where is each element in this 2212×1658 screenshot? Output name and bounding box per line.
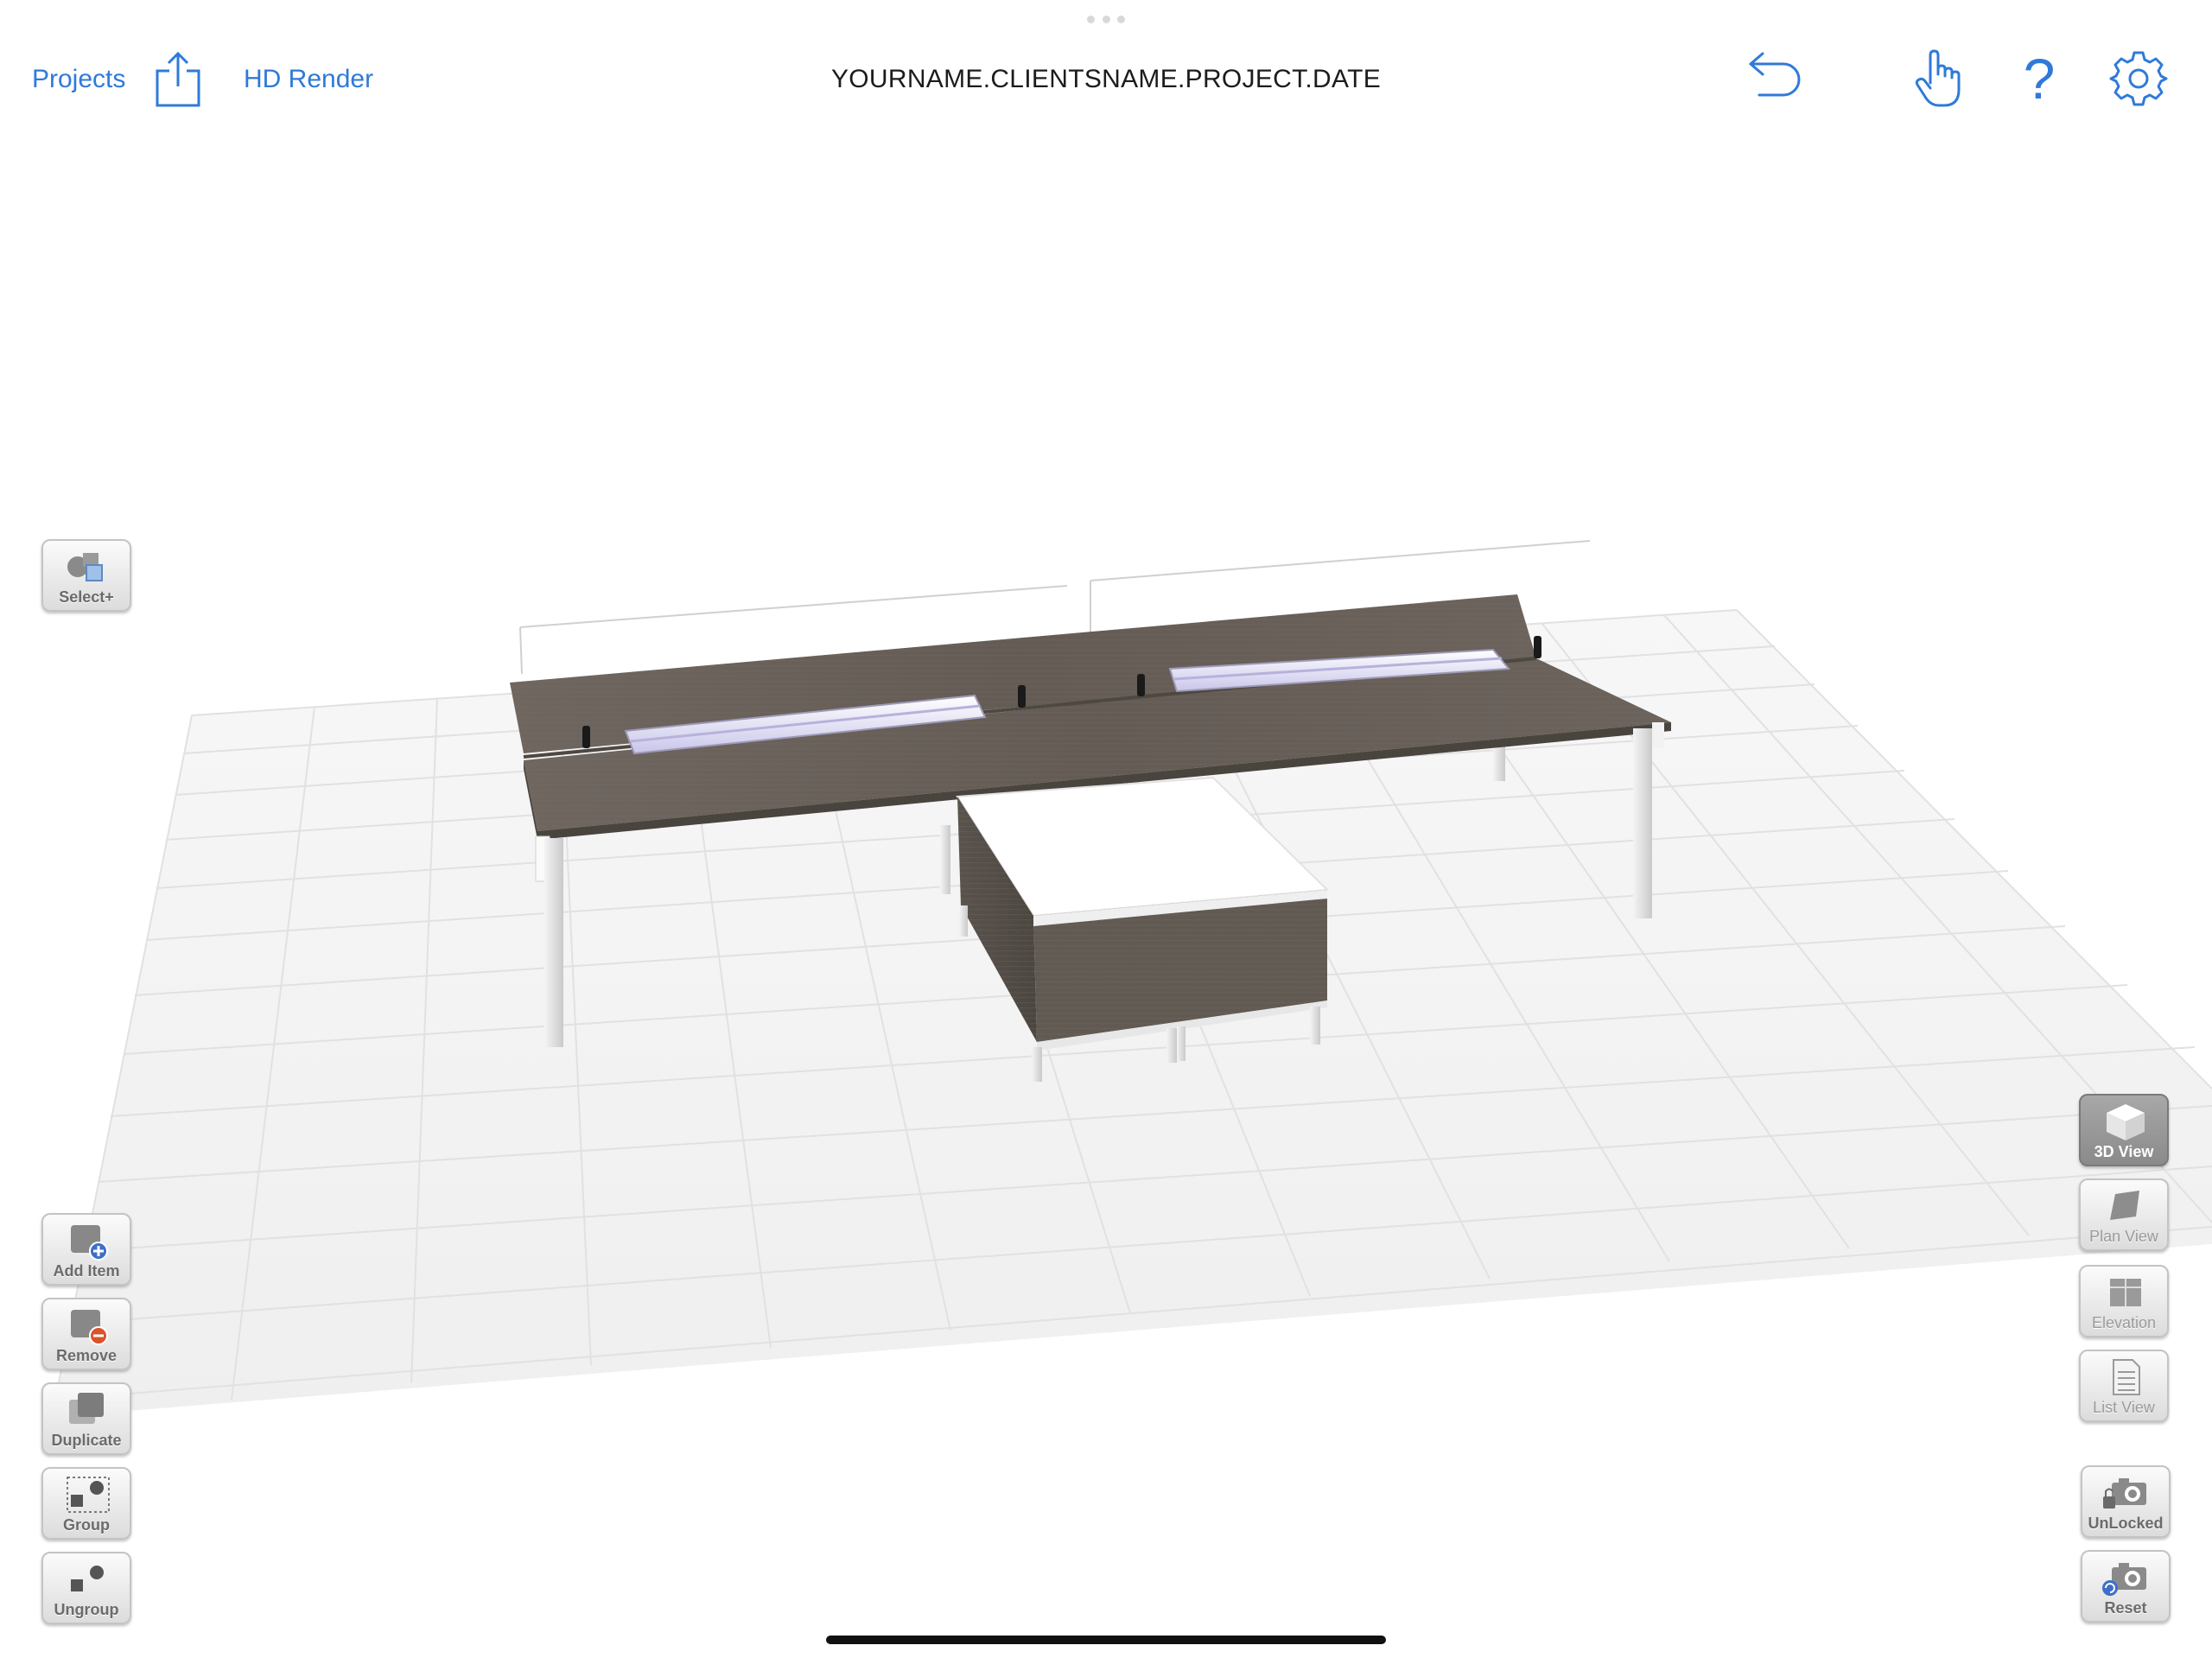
elevation-button[interactable]: Elevation: [2079, 1265, 2169, 1337]
projects-button[interactable]: Projects: [32, 60, 125, 98]
remove-icon: [71, 1310, 108, 1345]
select-shapes-icon: [67, 553, 103, 581]
gear-icon[interactable]: [2108, 48, 2169, 109]
ungroup-button[interactable]: Ungroup: [41, 1552, 131, 1624]
scene-canvas[interactable]: [0, 147, 2212, 1616]
duplicate-button[interactable]: Duplicate: [41, 1382, 131, 1455]
undo-icon[interactable]: [1745, 48, 1806, 109]
camera-unlocked-icon: [2103, 1478, 2146, 1509]
multitasking-grabber[interactable]: [1087, 16, 1125, 24]
select-plus-label: Select+: [59, 588, 114, 606]
reset-label: Reset: [2104, 1599, 2147, 1617]
project-title: YOURNAME.CLIENTSNAME.PROJECT.DATE: [830, 65, 1382, 93]
camera-lock-label: UnLocked: [2088, 1515, 2164, 1532]
top-navigation-bar: Projects HD Render YOURNAME.CLIENTSNAME.…: [0, 0, 2212, 147]
list-view-icon: [2113, 1359, 2140, 1395]
share-icon[interactable]: [152, 48, 204, 109]
group-button[interactable]: Group: [41, 1467, 131, 1540]
duplicate-icon: [69, 1393, 104, 1424]
remove-button[interactable]: Remove: [41, 1298, 131, 1370]
ungroup-icon: [71, 1566, 104, 1591]
plan-view-button[interactable]: Plan View: [2079, 1178, 2169, 1251]
duplicate-label: Duplicate: [51, 1432, 122, 1449]
hd-render-button[interactable]: HD Render: [244, 60, 373, 98]
list-view-label: List View: [2093, 1399, 2155, 1416]
3d-viewport[interactable]: [0, 147, 2212, 1616]
add-item-label: Add Item: [53, 1262, 120, 1280]
elevation-icon: [2110, 1279, 2141, 1306]
add-item-icon: [71, 1225, 108, 1261]
plan-view-icon: [2110, 1191, 2139, 1220]
remove-label: Remove: [55, 1347, 118, 1364]
home-indicator[interactable]: [826, 1636, 1386, 1644]
select-plus-button[interactable]: Select+: [41, 539, 131, 612]
list-view-button[interactable]: List View: [2079, 1350, 2169, 1422]
add-item-button[interactable]: Add Item: [41, 1213, 131, 1286]
ungroup-label: Ungroup: [54, 1601, 119, 1618]
help-button[interactable]: ?: [2009, 48, 2069, 109]
group-label: Group: [63, 1516, 110, 1534]
camera-reset-icon: [2102, 1563, 2146, 1596]
3d-view-label: 3D View: [2094, 1143, 2154, 1160]
hand-pointer-icon[interactable]: [1910, 48, 1970, 109]
camera-lock-button[interactable]: UnLocked: [2081, 1465, 2171, 1538]
cube-icon: [2107, 1104, 2145, 1140]
reset-camera-button[interactable]: Reset: [2081, 1550, 2171, 1623]
3d-view-button[interactable]: 3D View: [2079, 1094, 2169, 1166]
plan-view-label: Plan View: [2089, 1228, 2158, 1245]
group-icon: [67, 1477, 110, 1513]
app-window: Projects HD Render YOURNAME.CLIENTSNAME.…: [0, 0, 2212, 1658]
elevation-label: Elevation: [2091, 1314, 2157, 1331]
